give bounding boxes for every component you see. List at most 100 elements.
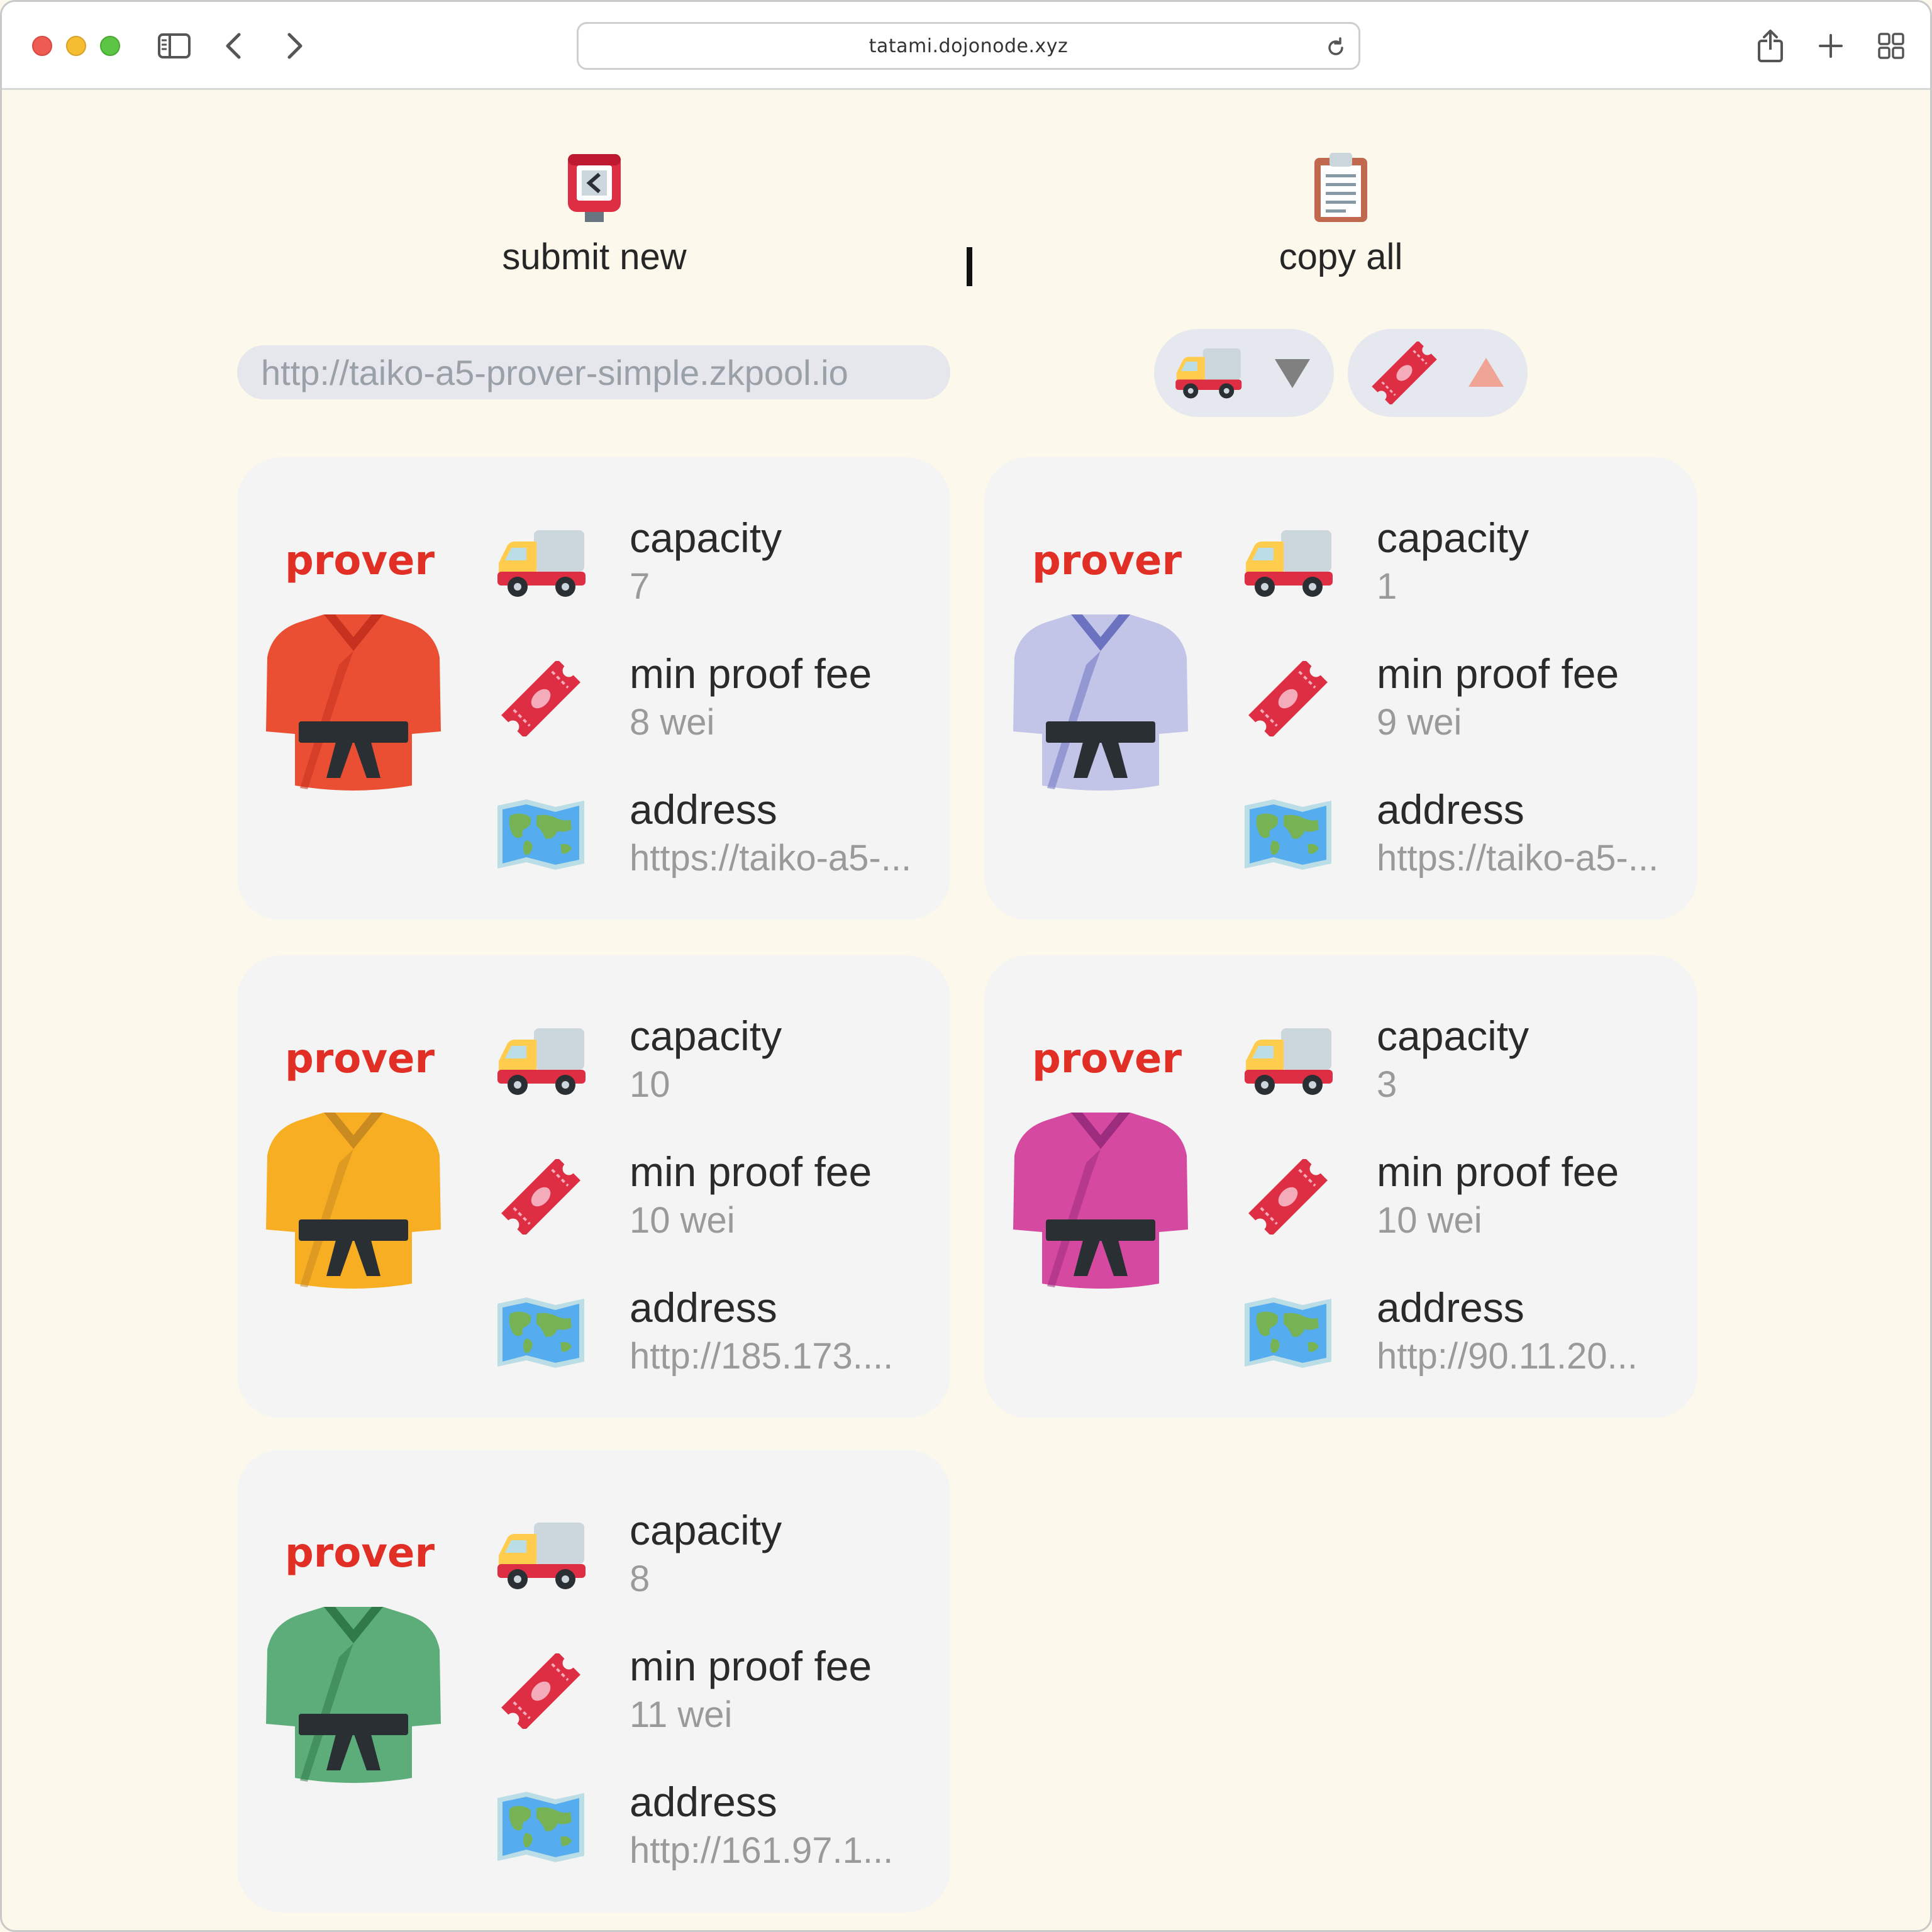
martial-arts-uniform-icon [266,1113,441,1289]
martial-arts-uniform-icon [266,1607,441,1783]
address-value: http://161.97.1... [630,1830,894,1871]
prover-title: prover [1031,1036,1182,1082]
ticket-icon [501,661,580,736]
min-proof-fee-stat: min proof fee 10 wei [1242,1148,1682,1255]
min-proof-fee-label: min proof fee [1377,1148,1619,1195]
copy-all-label: copy all [1279,236,1403,277]
address-bar[interactable]: tatami.dojonode.xyz [577,22,1360,70]
min-proof-fee-value: 10 wei [1377,1200,1482,1241]
sort-by-capacity-button[interactable] [1154,329,1334,417]
address-label: address [630,786,777,833]
prover-filter-input[interactable] [237,345,950,399]
clipboard-icon [1215,150,1467,223]
address-stat: address http://185.173.... [495,1284,935,1391]
capacity-value: 8 [630,1558,650,1599]
truck-icon [1175,348,1242,399]
address-label: address [630,1779,777,1825]
prover-card[interactable]: prover capacity 10 min proof fee 10 wei … [237,955,950,1418]
truck-icon [497,1028,586,1095]
truck-icon [1245,1028,1333,1095]
capacity-label: capacity [1377,1013,1530,1059]
capacity-label: capacity [630,514,782,561]
close-window-button[interactable] [32,36,52,56]
capacity-stat: capacity 7 [495,514,935,621]
back-icon[interactable] [214,27,252,65]
min-proof-fee-value: 10 wei [630,1200,735,1241]
address-label: address [1377,786,1524,833]
ticket-icon [501,1653,580,1729]
truck-icon [497,1523,586,1589]
truck-icon [497,530,586,597]
minimize-window-button[interactable] [66,36,86,56]
address-label: address [630,1284,777,1331]
address-stat: address https://taiko-a5-... [495,786,935,892]
capacity-stat: capacity 3 [1242,1012,1682,1119]
address-value: http://185.173.... [630,1336,894,1377]
capacity-stat: capacity 10 [495,1012,935,1119]
browser-toolbar: tatami.dojonode.xyz [2,2,1930,90]
address-bar-url: tatami.dojonode.xyz [869,35,1069,57]
submit-new-label: submit new [502,236,687,277]
martial-arts-uniform-icon [266,614,441,791]
world-map-icon [497,1297,584,1368]
min-proof-fee-stat: min proof fee 10 wei [495,1148,935,1255]
text-cursor [967,247,972,286]
martial-arts-uniform-icon [1013,614,1188,791]
prover-card[interactable]: prover capacity 3 min proof fee 10 wei a… [984,955,1697,1418]
page-content: submit new copy all http://taiko-a5-prov… [2,90,1930,1930]
prover-title: prover [284,1036,435,1082]
min-proof-fee-label: min proof fee [630,650,872,697]
capacity-value: 10 [630,1064,670,1105]
address-value: https://taiko-a5-... [1377,838,1659,879]
ticket-icon [501,1159,580,1235]
address-value: http://90.11.20... [1377,1336,1638,1377]
maximize-window-button[interactable] [100,36,120,56]
capacity-value: 3 [1377,1064,1397,1105]
new-tab-icon[interactable] [1812,27,1850,65]
world-map-icon [1245,1297,1331,1368]
forward-icon[interactable] [276,27,314,65]
capacity-value: 7 [630,566,650,607]
capacity-label: capacity [630,1013,782,1059]
min-proof-fee-stat: min proof fee 11 wei [495,1642,935,1749]
min-proof-fee-label: min proof fee [630,1148,872,1195]
min-proof-fee-label: min proof fee [630,1643,872,1689]
martial-arts-uniform-icon [1013,1113,1188,1289]
capacity-stat: capacity 1 [1242,514,1682,621]
world-map-icon [497,1792,584,1862]
min-proof-fee-stat: min proof fee 8 wei [495,650,935,757]
truck-icon [1245,530,1333,597]
address-value: https://taiko-a5-... [630,838,912,879]
sort-by-fee-button[interactable] [1348,329,1528,417]
address-stat: address https://taiko-a5-... [1242,786,1682,892]
ticket-icon [1372,341,1437,404]
min-proof-fee-value: 9 wei [1377,702,1462,743]
capacity-value: 1 [1377,566,1397,607]
submit-new-button[interactable]: submit new [469,150,720,278]
world-map-icon [497,799,584,870]
prover-title: prover [1031,538,1182,584]
prover-card[interactable]: prover capacity 8 min proof fee 11 wei a… [237,1450,950,1913]
share-icon[interactable] [1752,27,1789,65]
address-label: address [1377,1284,1524,1331]
capacity-stat: capacity 8 [495,1506,935,1613]
address-stat: address http://90.11.20... [1242,1284,1682,1391]
prover-title: prover [284,538,435,584]
capacity-label: capacity [630,1507,782,1553]
sidebar-toggle-icon[interactable] [155,27,193,65]
ticket-icon [1248,661,1328,736]
prover-title: prover [284,1530,435,1577]
prover-card[interactable]: prover capacity 1 min proof fee 9 wei ad… [984,457,1697,920]
browser-window: tatami.dojonode.xyz submit new copy all … [0,0,1932,1932]
world-map-icon [1245,799,1331,870]
tab-overview-icon[interactable] [1872,27,1910,65]
sort-descending-icon [1275,359,1310,388]
min-proof-fee-label: min proof fee [1377,650,1619,697]
prover-card[interactable]: prover capacity 7 min proof fee 8 wei ad… [237,457,950,920]
min-proof-fee-value: 8 wei [630,702,715,743]
ticket-icon [1248,1159,1328,1235]
reload-icon[interactable] [1324,36,1347,59]
min-proof-fee-value: 11 wei [630,1694,733,1735]
copy-all-button[interactable]: copy all [1215,150,1467,278]
address-stat: address http://161.97.1... [495,1778,935,1885]
